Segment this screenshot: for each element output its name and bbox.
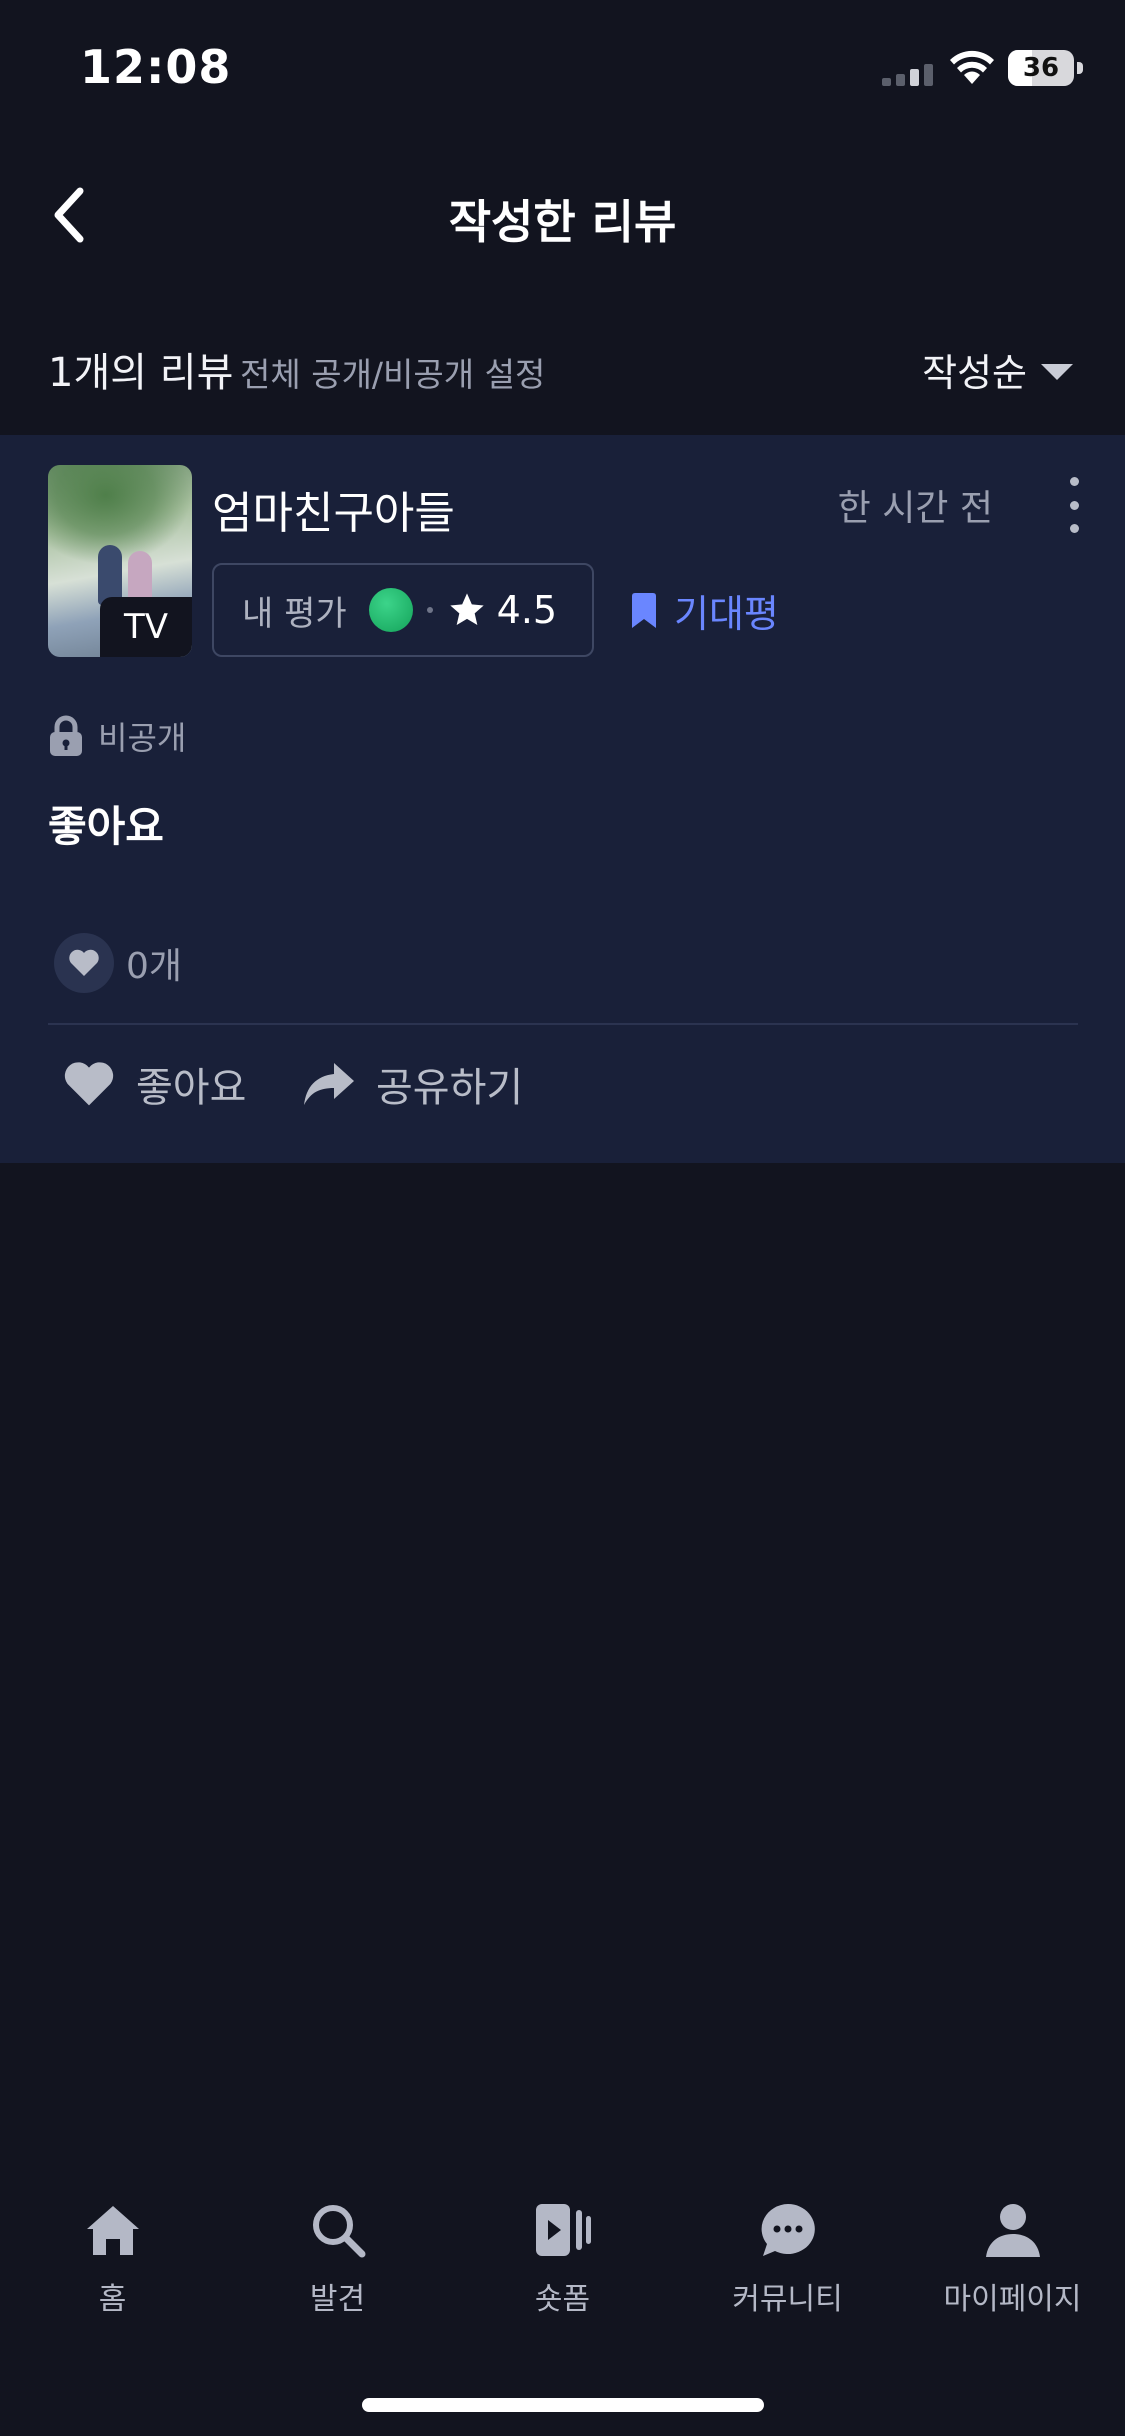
cellular-signal-icon bbox=[882, 64, 933, 86]
visibility-label: 비공개 bbox=[98, 719, 187, 757]
like-count-label: 0개 bbox=[126, 946, 183, 987]
nav-header: 작성한 리뷰 bbox=[0, 160, 1125, 270]
chat-bubble-icon bbox=[758, 2200, 818, 2260]
poster-image[interactable]: TV bbox=[48, 465, 192, 657]
expectation-tag: 기대평 bbox=[630, 583, 779, 638]
movie-title[interactable]: 엄마친구아들 bbox=[212, 477, 455, 541]
status-time: 12:08 bbox=[80, 40, 232, 94]
short-video-icon bbox=[533, 2200, 593, 2260]
tab-community[interactable]: 커뮤니티 bbox=[675, 2180, 900, 2340]
rating-value: 4.5 bbox=[496, 588, 558, 632]
tab-home[interactable]: 홈 bbox=[0, 2180, 225, 2340]
more-vertical-icon bbox=[1069, 477, 1079, 486]
search-icon bbox=[308, 2200, 368, 2260]
home-icon bbox=[83, 2200, 143, 2260]
share-button-label: 공유하기 bbox=[376, 1065, 524, 1111]
heart-badge-icon bbox=[54, 933, 114, 993]
rating-label: 내 평가 bbox=[242, 593, 347, 634]
bookmark-icon bbox=[632, 592, 656, 628]
review-timestamp: 한 시간 전 bbox=[837, 488, 993, 529]
battery-level: 36 bbox=[1022, 53, 1060, 83]
review-text: 좋아요 bbox=[48, 802, 164, 851]
tab-label: 커뮤니티 bbox=[732, 2282, 843, 2317]
screen: 12:08 36 작성한 리뷰 1개의 리뷰 전체 공개/비공개 설정 작성순 … bbox=[0, 0, 1125, 2436]
status-bar: 12:08 36 bbox=[0, 0, 1125, 130]
share-arrow-icon bbox=[304, 1063, 354, 1105]
battery-icon: 36 bbox=[1008, 50, 1084, 86]
tab-discover[interactable]: 발견 bbox=[225, 2180, 450, 2340]
expectation-label: 기대평 bbox=[674, 592, 779, 636]
sort-dropdown[interactable]: 작성순 bbox=[922, 342, 1073, 397]
like-count[interactable]: 0개 bbox=[54, 933, 182, 993]
rating-green-dot-icon bbox=[368, 588, 413, 632]
tab-label: 발견 bbox=[309, 2282, 366, 2317]
review-card: TV 엄마친구아들 한 시간 전 내 평가 4.5 기대평 비공개 좋아요 0개… bbox=[0, 435, 1125, 1163]
sort-label: 작성순 bbox=[922, 351, 1027, 395]
home-indicator bbox=[362, 2398, 764, 2412]
summary-row: 1개의 리뷰 전체 공개/비공개 설정 작성순 bbox=[0, 330, 1125, 410]
more-options-button[interactable] bbox=[1059, 477, 1089, 533]
tab-label: 숏폼 bbox=[534, 2282, 591, 2317]
tab-mypage[interactable]: 마이페이지 bbox=[900, 2180, 1125, 2340]
heart-icon bbox=[64, 1062, 114, 1106]
like-button[interactable]: 좋아요 bbox=[62, 1055, 246, 1113]
review-count: 1개의 리뷰 bbox=[48, 350, 234, 396]
divider bbox=[48, 1023, 1078, 1025]
my-rating-box: 내 평가 4.5 bbox=[212, 563, 594, 657]
share-button[interactable]: 공유하기 bbox=[302, 1055, 523, 1113]
tab-shortform[interactable]: 숏폼 bbox=[450, 2180, 675, 2340]
bottom-tab-bar: 홈 발견 숏폼 커뮤니티 마이페이지 bbox=[0, 2180, 1125, 2340]
tab-label: 홈 bbox=[98, 2282, 127, 2317]
star-icon bbox=[449, 593, 484, 625]
profile-icon bbox=[983, 2200, 1043, 2260]
tv-badge: TV bbox=[100, 597, 192, 657]
page-title: 작성한 리뷰 bbox=[448, 195, 677, 249]
separator-dot bbox=[426, 607, 433, 613]
lock-icon bbox=[50, 715, 82, 756]
visibility-setting-link[interactable]: 전체 공개/비공개 설정 bbox=[240, 348, 545, 396]
visibility-status: 비공개 bbox=[48, 713, 186, 759]
tab-label: 마이페이지 bbox=[943, 2282, 1082, 2317]
caret-down-icon bbox=[1041, 363, 1073, 380]
wifi-icon bbox=[950, 50, 994, 84]
like-button-label: 좋아요 bbox=[136, 1065, 247, 1111]
